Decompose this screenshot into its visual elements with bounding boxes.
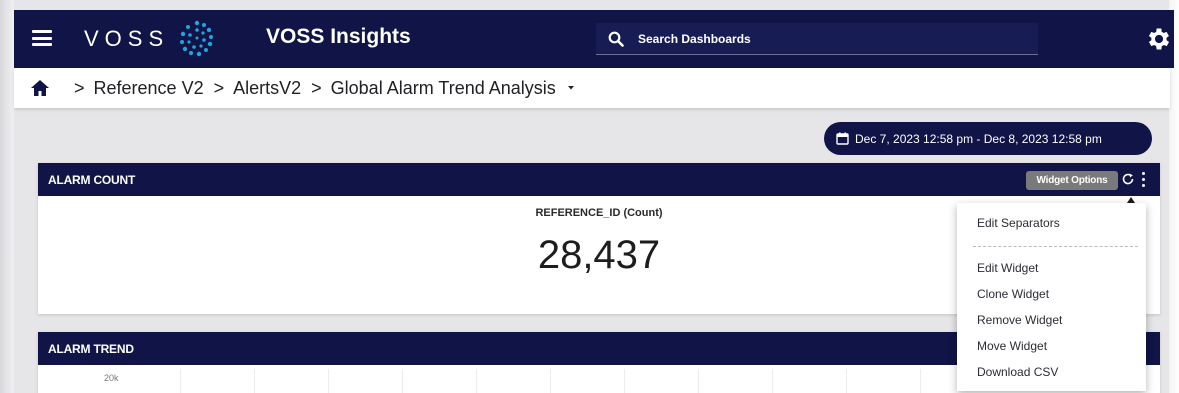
chart-gridline [402,369,403,393]
breadcrumb: > Reference V2 > AlertsV2 > Global Alarm… [14,68,1170,108]
top-navbar: VOSS VOSS Insights [14,10,1174,68]
breadcrumb-separator-icon: > [311,77,322,98]
app-title: VOSS Insights [266,25,411,48]
menu-item-move-widget[interactable]: Move Widget [957,334,1146,358]
gear-icon[interactable] [1145,25,1173,53]
chart-gridline [698,369,699,393]
kebab-menu-icon[interactable] [1138,169,1148,189]
chart-gridline [550,369,551,393]
menu-item-download-csv[interactable]: Download CSV [957,360,1146,384]
breadcrumb-separator-icon: > [74,77,85,98]
chart-gridline [920,369,921,393]
chart-gridline [624,369,625,393]
chart-gridline [476,369,477,393]
breadcrumb-separator-icon: > [213,77,225,98]
widget-header: ALARM COUNT Widget Options [38,163,1160,196]
menu-item-clone-widget[interactable]: Clone Widget [957,282,1146,306]
breadcrumb-item-current-dashboard[interactable]: Global Alarm Trend Analysis [331,78,556,99]
menu-divider [973,246,1138,247]
chart-gridline [328,369,329,393]
home-icon[interactable] [30,79,50,97]
app-logo[interactable]: VOSS [84,20,217,57]
caret-down-icon[interactable] [566,84,576,92]
calendar-icon [836,132,849,145]
breadcrumb-item-alertsv2[interactable]: AlertsV2 [233,78,301,99]
chart-gridline [180,369,181,393]
widget-options-menu: Edit Separators Edit Widget Clone Widget… [957,203,1146,391]
refresh-icon[interactable] [1121,172,1135,186]
widget-title: ALARM COUNT [48,172,136,187]
date-range-label: Dec 7, 2023 12:58 pm - Dec 8, 2023 12:58… [855,131,1102,146]
voss-logo-mark-icon [180,20,214,57]
search-input[interactable] [638,31,998,46]
chart-gridline [846,369,847,393]
menu-item-edit-separators[interactable]: Edit Separators [957,211,1146,235]
date-range-picker[interactable]: Dec 7, 2023 12:58 pm - Dec 8, 2023 12:58… [824,122,1152,155]
hamburger-icon[interactable] [32,30,52,46]
search-bar[interactable] [596,23,1038,55]
widget-title: ALARM TREND [48,341,134,356]
search-icon [608,31,624,47]
chart-gridline [772,369,773,393]
logo-text: VOSS [84,26,170,51]
y-axis-tick-label: 20k [104,373,119,383]
widget-options-tooltip: Widget Options [1026,171,1118,190]
menu-item-edit-widget[interactable]: Edit Widget [957,256,1146,280]
window-frame-left [0,0,14,393]
chart-gridline [254,369,255,393]
menu-item-remove-widget[interactable]: Remove Widget [957,308,1146,332]
breadcrumb-item-reference-v2[interactable]: Reference V2 [94,78,204,99]
